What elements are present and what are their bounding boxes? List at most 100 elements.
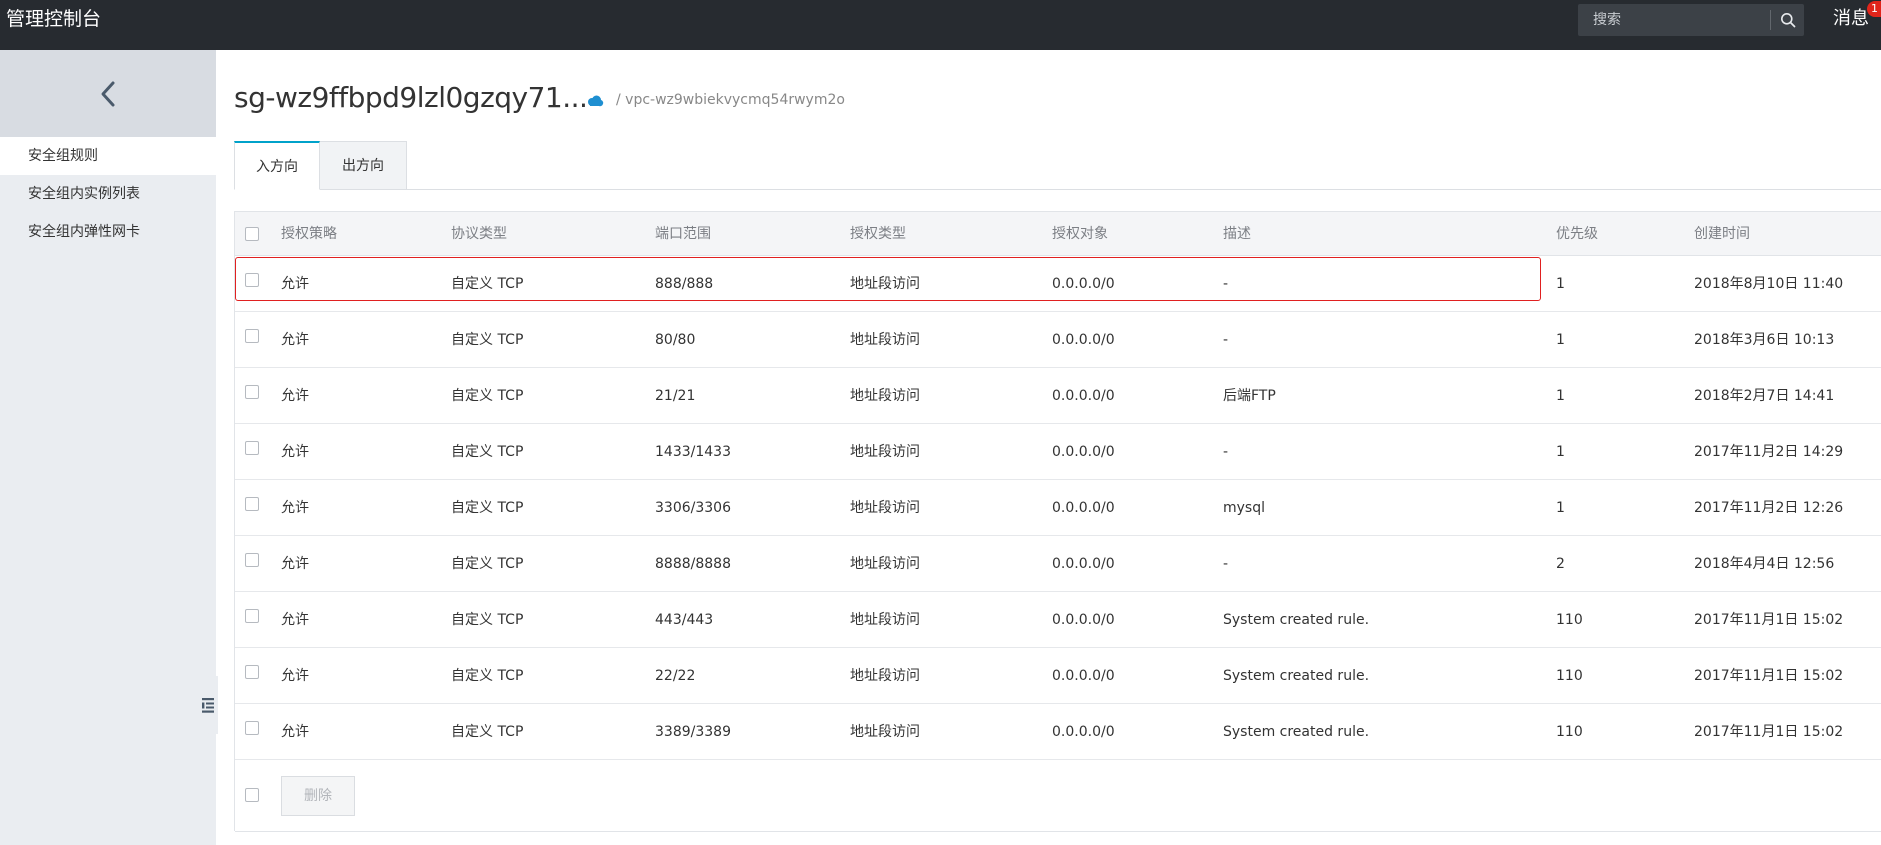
- table-cell: System created rule.: [1223, 668, 1370, 684]
- table-cell: 2018年3月6日 10:13: [1694, 332, 1835, 348]
- table-row[interactable]: 允许 自定义 TCP 21/21 地址段访问 0.0.0.0/0 后端FTP 1 2018年2…: [235, 368, 1881, 424]
- table-row[interactable]: 允许 自定义 TCP 3306/3306 地址段访问 0.0.0.0/0 mysql 1 20…: [235, 480, 1881, 536]
- tab-outbound[interactable]: 出方向: [320, 141, 407, 190]
- sidebar-item-instances[interactable]: 安全组内实例列表: [0, 175, 216, 213]
- console-brand[interactable]: 管理控制台: [6, 6, 101, 32]
- row-checkbox[interactable]: [245, 273, 259, 287]
- table-cell: 0.0.0.0/0: [1052, 388, 1115, 404]
- table-footer: 删除: [235, 760, 1881, 832]
- table-cell: 8888/8888: [655, 556, 731, 572]
- search-icon: [1780, 13, 1795, 28]
- table-row[interactable]: 允许 自定义 TCP 1433/1433 地址段访问 0.0.0.0/0 - 1 2017年1…: [235, 424, 1881, 480]
- table-cell: 自定义 TCP: [451, 668, 524, 684]
- table-cell: 地址段访问: [850, 556, 920, 572]
- row-checkbox[interactable]: [245, 721, 259, 735]
- table-cell: 2017年11月1日 15:02: [1694, 668, 1844, 684]
- table-cell: 0.0.0.0/0: [1052, 556, 1115, 572]
- back-button[interactable]: [0, 50, 216, 137]
- sidebar-item-label: 安全组内实例列表: [28, 186, 140, 202]
- column-header[interactable]: 创建时间: [1694, 212, 1750, 256]
- search-button[interactable]: [1771, 4, 1804, 36]
- table-cell: 1: [1556, 444, 1565, 460]
- page-title: sg-wz9ffbpd9lzl0gzqy71...: [234, 81, 588, 114]
- table-cell: 1433/1433: [655, 444, 731, 460]
- table-cell: 2018年4月4日 12:56: [1694, 556, 1835, 572]
- table-cell: 443/443: [655, 612, 714, 628]
- search-box: [1578, 4, 1804, 36]
- table-cell: 0.0.0.0/0: [1052, 668, 1115, 684]
- table-cell: 自定义 TCP: [451, 276, 524, 292]
- search-input[interactable]: [1578, 4, 1768, 36]
- table-cell: -: [1223, 444, 1229, 460]
- table-cell: 1: [1556, 332, 1565, 348]
- table-cell: 2017年11月2日 14:29: [1694, 444, 1844, 460]
- main-content: sg-wz9ffbpd9lzl0gzqy71... / vpc-wz9wbiek…: [216, 50, 1881, 845]
- sidebar-item-label: 安全组规则: [28, 148, 98, 164]
- table-cell: 2017年11月1日 15:02: [1694, 724, 1844, 740]
- cloud-icon[interactable]: [586, 94, 604, 108]
- table-cell: 自定义 TCP: [451, 612, 524, 628]
- table-cell: 地址段访问: [850, 276, 920, 292]
- table-cell: 自定义 TCP: [451, 444, 524, 460]
- select-all-checkbox[interactable]: [245, 227, 259, 241]
- row-checkbox[interactable]: [245, 329, 259, 343]
- table-cell: 2: [1556, 556, 1565, 572]
- collapse-sidebar-button[interactable]: [198, 676, 218, 734]
- table-row[interactable]: 允许 自定义 TCP 443/443 地址段访问 0.0.0.0/0 System cre…: [235, 592, 1881, 648]
- table-cell: 地址段访问: [850, 500, 920, 516]
- table-cell: 0.0.0.0/0: [1052, 612, 1115, 628]
- table-row[interactable]: 允许 自定义 TCP 22/22 地址段访问 0.0.0.0/0 System creat…: [235, 648, 1881, 704]
- table-cell: 0.0.0.0/0: [1052, 724, 1115, 740]
- sidebar-item-rules[interactable]: 安全组规则: [0, 137, 216, 175]
- row-checkbox[interactable]: [245, 553, 259, 567]
- table-cell: mysql: [1223, 500, 1265, 516]
- table-cell: 允许: [281, 724, 309, 740]
- table-cell: 地址段访问: [850, 444, 920, 460]
- column-header[interactable]: 授权策略: [281, 212, 337, 256]
- table-row[interactable]: 允许 自定义 TCP 888/888 地址段访问 0.0.0.0/0 - 1 2018年8月1…: [235, 256, 1881, 312]
- messages-badge: 1: [1867, 1, 1881, 17]
- table-cell: 自定义 TCP: [451, 556, 524, 572]
- breadcrumb[interactable]: / vpc-wz9wbiekvycmq54rwym2o: [616, 90, 845, 110]
- tab-inbound[interactable]: 入方向: [234, 141, 320, 190]
- chevron-left-icon: [101, 81, 115, 106]
- rules-table: 授权策略 协议类型 端口范围 授权类型 授权对象 描述 优先级 创建时间 允许自…: [234, 211, 1881, 832]
- column-header[interactable]: 描述: [1223, 212, 1251, 256]
- delete-button[interactable]: 删除: [281, 776, 355, 816]
- row-checkbox[interactable]: [245, 497, 259, 511]
- table-cell: 地址段访问: [850, 724, 920, 740]
- table-cell: 1: [1556, 276, 1565, 292]
- table-cell: 地址段访问: [850, 388, 920, 404]
- table-cell: 80/80: [655, 332, 696, 348]
- column-header[interactable]: 端口范围: [655, 212, 711, 256]
- column-header[interactable]: 协议类型: [451, 212, 507, 256]
- table-cell: 0.0.0.0/0: [1052, 332, 1115, 348]
- column-header[interactable]: 授权对象: [1052, 212, 1108, 256]
- row-checkbox[interactable]: [245, 665, 259, 679]
- table-row[interactable]: 允许 自定义 TCP 3389/3389 地址段访问 0.0.0.0/0 System c…: [235, 704, 1881, 760]
- table-row[interactable]: 允许 自定义 TCP 8888/8888 地址段访问 0.0.0.0/0 - 2 2018年4…: [235, 536, 1881, 592]
- sidebar-item-enis[interactable]: 安全组内弹性网卡: [0, 213, 216, 251]
- table-cell: 允许: [281, 500, 309, 516]
- table-row[interactable]: 允许 自定义 TCP 80/80 地址段访问 0.0.0.0/0 - 1 2018年3月6日 …: [235, 312, 1881, 368]
- table-cell: 2017年11月1日 15:02: [1694, 612, 1844, 628]
- table-cell: -: [1223, 276, 1229, 292]
- top-bar: 管理控制台 消息 1: [0, 0, 1881, 50]
- messages-link[interactable]: 消息: [1833, 7, 1869, 31]
- table-cell: 允许: [281, 612, 309, 628]
- table-cell: 2018年2月7日 14:41: [1694, 388, 1835, 404]
- table-cell: 允许: [281, 668, 309, 684]
- column-header[interactable]: 优先级: [1556, 212, 1598, 256]
- sidebar-nav: 安全组规则 安全组内实例列表 安全组内弹性网卡: [0, 137, 216, 251]
- column-header[interactable]: 授权类型: [850, 212, 906, 256]
- table-cell: 地址段访问: [850, 332, 920, 348]
- table-cell: 地址段访问: [850, 612, 920, 628]
- table-cell: 允许: [281, 556, 309, 572]
- table-cell: 自定义 TCP: [451, 388, 524, 404]
- table-cell: System created rule.: [1223, 724, 1370, 740]
- sidebar-item-label: 安全组内弹性网卡: [28, 224, 140, 240]
- row-checkbox[interactable]: [245, 441, 259, 455]
- row-checkbox[interactable]: [245, 609, 259, 623]
- row-checkbox[interactable]: [245, 385, 259, 399]
- footer-select-checkbox[interactable]: [245, 788, 259, 802]
